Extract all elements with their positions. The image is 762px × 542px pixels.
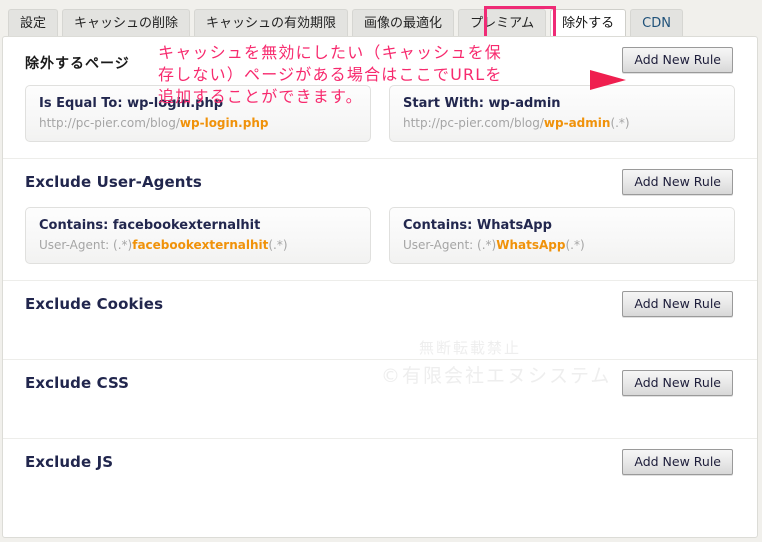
section-title: Exclude Cookies xyxy=(25,295,164,313)
tab-settings[interactable]: 設定 xyxy=(8,9,59,39)
rule-title: Contains: WhatsApp xyxy=(403,218,552,233)
rule-card[interactable]: Is Equal To: wp-login.php http://pc-pier… xyxy=(25,85,371,142)
rule-list: Contains: facebookexternalhit User-Agent… xyxy=(3,207,757,280)
rule-list: Is Equal To: wp-login.php http://pc-pier… xyxy=(3,85,757,158)
tab-bar: 設定 キャッシュの削除 キャッシュの有効期限 画像の最適化 プレミアム 除外する CDN xyxy=(0,0,762,39)
rule-pattern-suffix: (.*) xyxy=(610,116,630,130)
add-new-rule-button-user-agents[interactable]: Add New Rule xyxy=(622,169,733,195)
rule-pattern: User-Agent: (.*)facebookexternalhit(.*) xyxy=(39,238,357,252)
rule-list-empty xyxy=(3,408,757,438)
rule-pattern-suffix: (.*) xyxy=(268,238,288,252)
exclude-settings-panel: 除外するページ Add New Rule Is Equal To: wp-log… xyxy=(2,36,758,538)
rule-pattern: User-Agent: (.*)WhatsApp(.*) xyxy=(403,238,721,252)
rule-pattern-prefix: User-Agent: (.*) xyxy=(39,238,133,252)
rule-pattern-highlight: facebookexternalhit xyxy=(132,238,269,252)
rule-pattern-highlight: WhatsApp xyxy=(496,238,566,252)
tab-label: CDN xyxy=(642,16,671,31)
rule-pattern: http://pc-pier.com/blog/wp-login.php xyxy=(39,116,357,130)
rule-card[interactable]: Contains: WhatsApp User-Agent: (.*)Whats… xyxy=(389,207,735,264)
section-title: Exclude CSS xyxy=(25,374,130,392)
section-header: Exclude CSS Add New Rule xyxy=(3,360,757,408)
rule-title: Is Equal To: wp-login.php xyxy=(39,96,224,111)
add-new-rule-button-css[interactable]: Add New Rule xyxy=(622,370,733,396)
tab-exclude[interactable]: 除外する xyxy=(550,9,627,39)
section-title: 除外するページ xyxy=(25,56,130,72)
tab-cdn[interactable]: CDN xyxy=(630,9,683,39)
rule-title: Contains: facebookexternalhit xyxy=(39,218,261,233)
rule-pattern: http://pc-pier.com/blog/wp-admin(.*) xyxy=(403,116,721,130)
tab-label: キャッシュの削除 xyxy=(74,16,179,31)
rule-pattern-suffix: (.*) xyxy=(565,238,585,252)
rule-card[interactable]: Start With: wp-admin http://pc-pier.com/… xyxy=(389,85,735,142)
rule-pattern-highlight: wp-login.php xyxy=(179,116,269,130)
section-exclude-pages: 除外するページ Add New Rule Is Equal To: wp-log… xyxy=(3,37,757,158)
add-new-rule-button-cookies[interactable]: Add New Rule xyxy=(622,291,733,317)
tab-premium[interactable]: プレミアム xyxy=(458,9,547,39)
section-exclude-css: Exclude CSS Add New Rule xyxy=(3,359,757,438)
rule-pattern-prefix: User-Agent: (.*) xyxy=(403,238,497,252)
section-header: 除外するページ Add New Rule xyxy=(3,37,757,85)
tab-label: 設定 xyxy=(20,16,47,31)
rule-pattern-prefix: http://pc-pier.com/blog/ xyxy=(39,116,180,130)
tab-label: 画像の最適化 xyxy=(364,16,443,31)
section-title: Exclude User-Agents xyxy=(25,173,202,191)
rule-pattern-prefix: http://pc-pier.com/blog/ xyxy=(403,116,544,130)
tab-label: キャッシュの有効期限 xyxy=(206,16,337,31)
rule-list-empty xyxy=(3,329,757,359)
section-header: Exclude JS Add New Rule xyxy=(3,439,757,487)
section-title: Exclude JS xyxy=(25,453,114,471)
section-exclude-cookies: Exclude Cookies Add New Rule xyxy=(3,280,757,359)
tab-label: プレミアム xyxy=(470,16,535,31)
section-header: Exclude Cookies Add New Rule xyxy=(3,281,757,329)
section-exclude-user-agents: Exclude User-Agents Add New Rule Contain… xyxy=(3,158,757,280)
rule-list-empty xyxy=(3,487,757,517)
rule-pattern-highlight: wp-admin xyxy=(543,116,611,130)
tab-label: 除外する xyxy=(562,16,615,31)
add-new-rule-button-pages[interactable]: Add New Rule xyxy=(622,47,733,73)
rule-title: Start With: wp-admin xyxy=(403,96,561,111)
tab-cache-delete[interactable]: キャッシュの削除 xyxy=(62,9,191,39)
rule-card[interactable]: Contains: facebookexternalhit User-Agent… xyxy=(25,207,371,264)
tab-cache-expiry[interactable]: キャッシュの有効期限 xyxy=(194,9,349,39)
section-header: Exclude User-Agents Add New Rule xyxy=(3,159,757,207)
tab-image-optimize[interactable]: 画像の最適化 xyxy=(352,9,455,39)
add-new-rule-button-js[interactable]: Add New Rule xyxy=(622,449,733,475)
section-exclude-js: Exclude JS Add New Rule xyxy=(3,438,757,517)
